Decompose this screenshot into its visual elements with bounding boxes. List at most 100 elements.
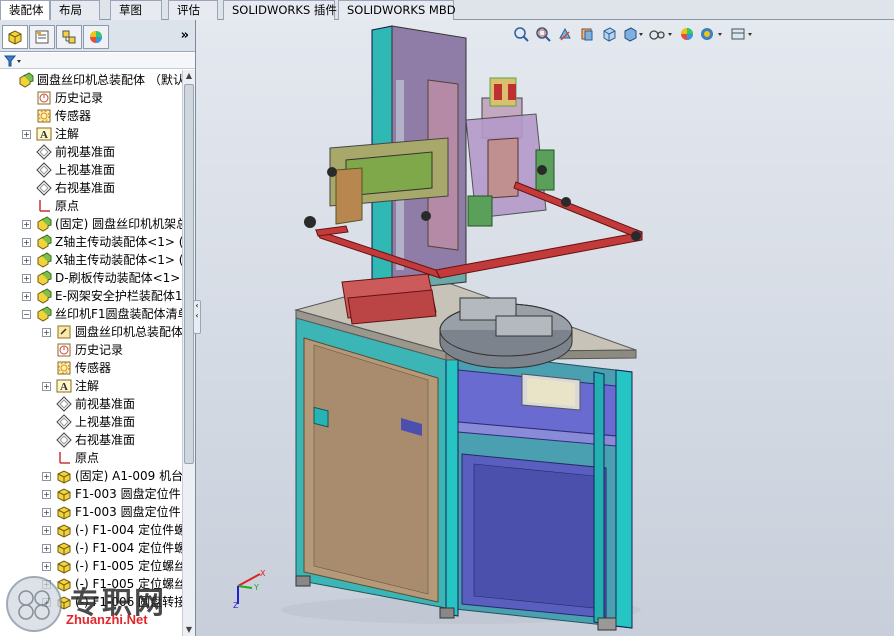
expand-node-icon[interactable]: + (42, 508, 51, 517)
plane-icon (36, 180, 52, 196)
expand-node-icon[interactable]: + (22, 220, 31, 229)
part-icon (56, 558, 72, 574)
tree-item[interactable]: + (-) F1-004 定位件螺丝 (0, 521, 182, 539)
tree-item-label: 注解 (55, 127, 80, 141)
panel-splitter-handle[interactable]: ‹ ‹ (193, 300, 201, 334)
tree-item-label: F1-003 圆盘定位件<1 (75, 487, 182, 501)
expand-node-icon[interactable]: + (22, 238, 31, 247)
tree-item[interactable]: 上视基准面 (0, 161, 182, 179)
subassembly-icon (36, 288, 52, 304)
tab-label: SOLIDWORKS 插件 (232, 3, 337, 17)
part-icon (56, 468, 72, 484)
tree-item-label: 历史记录 (75, 343, 124, 357)
tree-item[interactable]: 右视基准面 (0, 431, 182, 449)
expand-node-icon[interactable]: + (42, 544, 51, 553)
scroll-down-icon[interactable]: ▼ (183, 624, 195, 636)
plane-icon (56, 432, 72, 448)
tab-solidworks-addins[interactable]: SOLIDWORKS 插件 (223, 0, 337, 20)
assembly-link-icon (56, 324, 72, 340)
featuremanager-tab[interactable] (2, 25, 28, 49)
collapse-node-icon[interactable]: − (22, 310, 31, 319)
tree-item-label: 原点 (75, 451, 100, 465)
expand-node-icon[interactable]: + (42, 562, 51, 571)
tree-item[interactable]: 前视基准面 (0, 395, 182, 413)
assembly-icon (18, 72, 34, 88)
expand-node-icon[interactable]: + (42, 328, 51, 337)
expand-node-icon[interactable]: + (22, 274, 31, 283)
appearance-icon (90, 31, 102, 43)
tree-item-label: 传感器 (55, 109, 92, 123)
tree-item[interactable]: + A 注解 (0, 125, 182, 143)
tree-item[interactable]: 上视基准面 (0, 413, 182, 431)
triad-z-label: Z (233, 601, 239, 608)
tree-item[interactable]: + F1-003 圆盘定位件<1 (0, 485, 182, 503)
tab-sketch[interactable]: 草图 (110, 0, 162, 20)
tree-item[interactable]: + (-) F1-005 定位螺丝杆 (0, 557, 182, 575)
tree-item-label: 前视基准面 (75, 397, 136, 411)
tab-label: 草图 (119, 3, 142, 17)
tree-item-label: 右视基准面 (55, 181, 116, 195)
tree-item[interactable]: + A 注解 (0, 377, 182, 395)
triad-x-label: X (260, 569, 266, 578)
tab-solidworks-mbd[interactable]: SOLIDWORKS MBD (338, 0, 456, 20)
tree-item[interactable]: + E-网架安全护栏装配体11< (0, 287, 182, 305)
expand-node-icon[interactable]: + (22, 256, 31, 265)
tree-item[interactable]: + (固定) 圆盘丝印机机架总装 (0, 215, 182, 233)
tree-item[interactable]: + (固定) A1-009 机台面 (0, 467, 182, 485)
tab-assembly[interactable]: 装配体 (0, 0, 50, 21)
tree-item-label: 原点 (55, 199, 80, 213)
tree-item[interactable]: + F1-003 圆盘定位件<2 (0, 503, 182, 521)
tree-item-label: (固定) 圆盘丝印机机架总装 (55, 217, 182, 231)
history-icon (56, 342, 72, 358)
filter-icon[interactable] (4, 54, 24, 68)
tree-item[interactable]: 历史记录 (0, 341, 182, 359)
expand-node-icon[interactable]: + (42, 526, 51, 535)
expand-node-icon[interactable]: + (22, 130, 31, 139)
part-icon (56, 540, 72, 556)
tab-label: 布局 (59, 3, 82, 17)
tree-item-label: F1-003 圆盘定位件<2 (75, 505, 182, 519)
tab-label: 评估 (177, 3, 200, 17)
tab-label: SOLIDWORKS MBD (347, 3, 456, 17)
expand-node-icon[interactable]: + (42, 382, 51, 391)
displaymanager-tab[interactable] (83, 25, 109, 49)
tree-item[interactable]: 右视基准面 (0, 179, 182, 197)
tree-item-label: 丝印机F1圆盘装配体清单< (55, 307, 182, 321)
tree-item[interactable]: 原点 (0, 449, 182, 467)
tree-item[interactable]: + Z轴主传动装配体<1> (默认 (0, 233, 182, 251)
expand-node-icon[interactable]: + (42, 472, 51, 481)
tree-item-label: 上视基准面 (55, 163, 116, 177)
tree-item[interactable]: 历史记录 (0, 89, 182, 107)
scroll-thumb[interactable] (184, 84, 194, 464)
tab-layout[interactable]: 布局 (50, 0, 100, 20)
tab-evaluate[interactable]: 评估 (168, 0, 218, 20)
tree-item-label: (-) F1-005 定位螺丝杆 (75, 559, 182, 573)
tab-label: 装配体 (9, 3, 44, 17)
expand-node-icon[interactable]: + (22, 292, 31, 301)
tree-item[interactable]: 传感器 (0, 107, 182, 125)
part-icon (56, 504, 72, 520)
tree-item[interactable]: 传感器 (0, 359, 182, 377)
tree-item-label: (固定) A1-009 机台面 (75, 469, 182, 483)
tree-item-label: X轴主传动装配体<1> (默 (55, 253, 182, 267)
tree-item[interactable]: 前视基准面 (0, 143, 182, 161)
tree-item[interactable]: + 圆盘丝印机总装配体 中 (0, 323, 182, 341)
subassembly-icon (36, 234, 52, 250)
tree-item[interactable]: + D-刷板传动装配体<1> (默 (0, 269, 182, 287)
assembly-3d-model[interactable] (196, 20, 894, 636)
tree-scrollbar[interactable]: ▲ ▼ (182, 70, 195, 636)
tree-item[interactable]: 原点 (0, 197, 182, 215)
tree-item[interactable]: − 丝印机F1圆盘装配体清单< (0, 305, 182, 323)
tree-item[interactable]: 圆盘丝印机总装配体 （默认<< (0, 71, 182, 89)
collapse-panel-button[interactable]: » (181, 28, 189, 43)
tree-item[interactable]: + (-) F1-004 定位件螺丝 (0, 539, 182, 557)
expand-node-icon[interactable]: + (42, 490, 51, 499)
configurationmanager-tab[interactable] (56, 25, 82, 49)
graphics-area[interactable]: X Y Z (196, 20, 894, 636)
scroll-up-icon[interactable]: ▲ (183, 70, 195, 82)
propertymanager-tab[interactable] (29, 25, 55, 49)
part-icon (56, 486, 72, 502)
watermark-text: Zhuanzhi.Net (66, 612, 148, 627)
featuremanager-icon (8, 30, 22, 45)
tree-item[interactable]: + X轴主传动装配体<1> (默 (0, 251, 182, 269)
